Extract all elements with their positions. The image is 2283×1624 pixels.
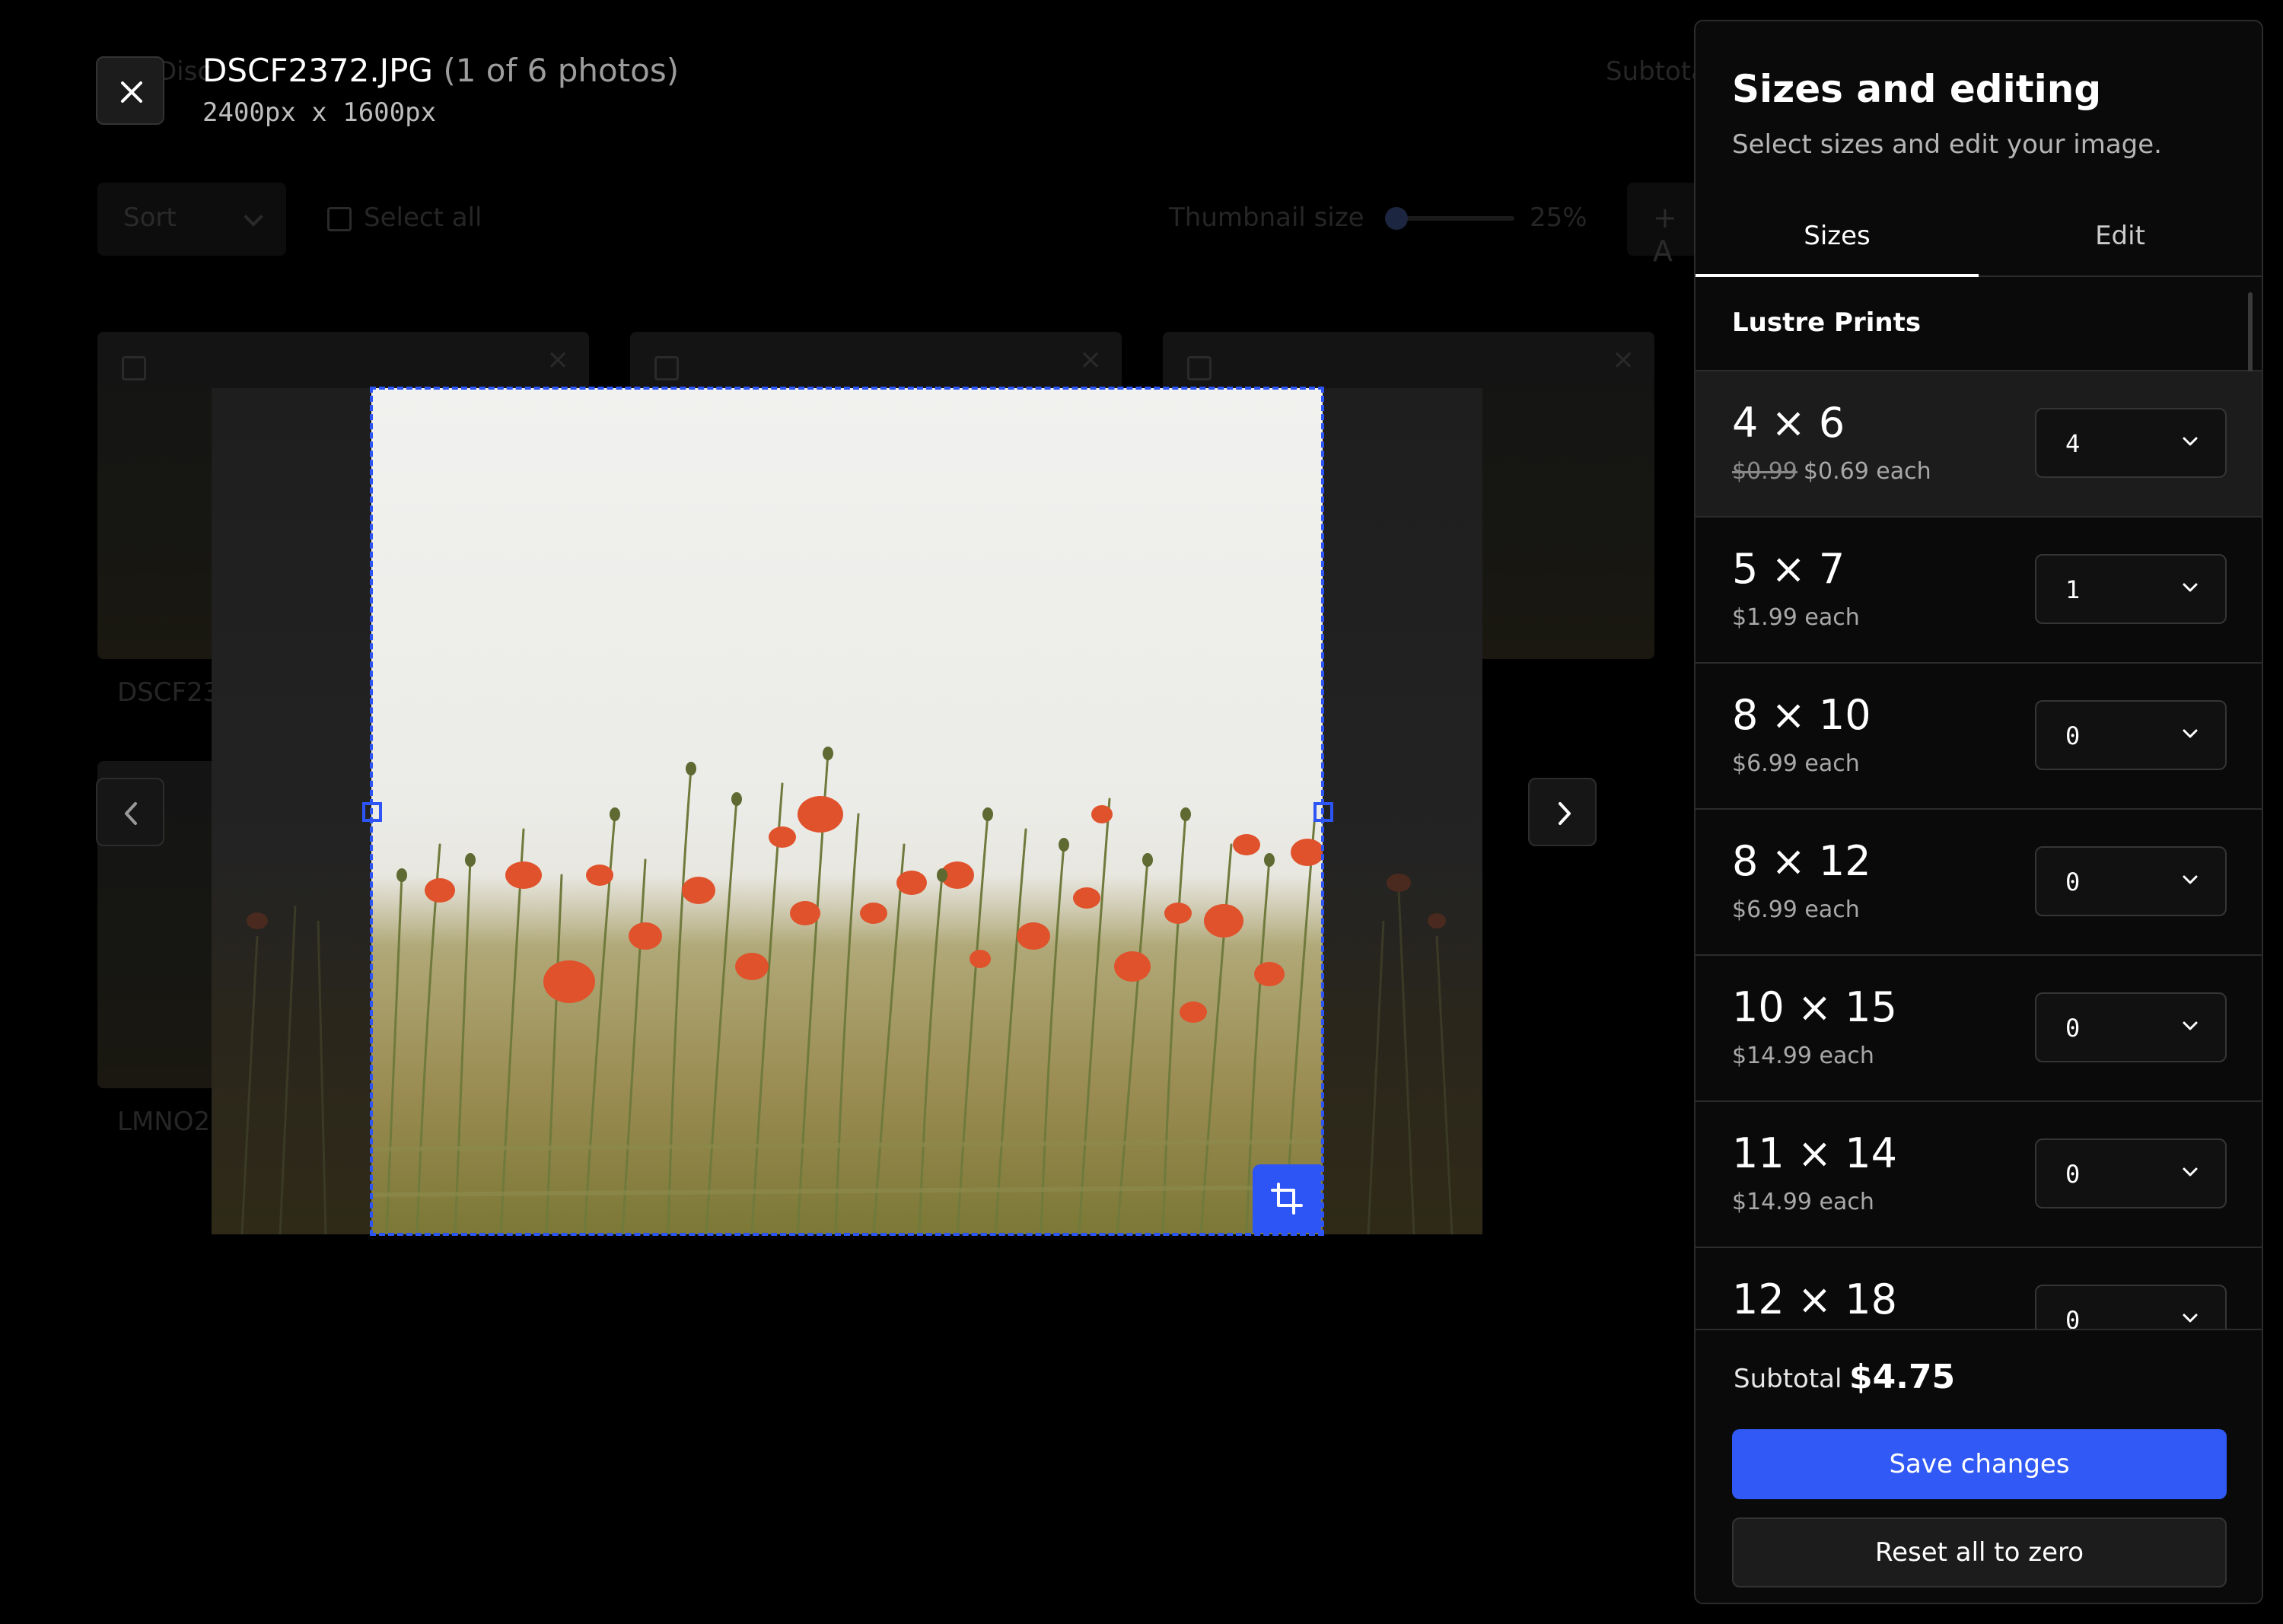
size-price: $6.99 each [1732,750,1860,777]
bg-remove-icon: × [1612,344,1635,375]
size-price: $6.99 each [1732,896,1860,923]
size-name: 12 × 18 [1732,1275,1898,1323]
chevron-down-icon [2183,875,2198,884]
bg-card-checkbox [122,356,146,381]
bg-thumbnail-size-value: 25% [1530,202,1587,233]
quantity-select[interactable]: 0 [2035,992,2227,1062]
size-row-5x7[interactable]: 5 × 7 $1.99 each 1 [1696,517,2262,664]
photo-title: DSCF2372.JPG (1 of 6 photos) [202,52,679,89]
crop-icon [1271,1183,1303,1215]
size-row-12x18[interactable]: 12 × 18 0 [1696,1248,2262,1329]
panel-footer: Subtotal $4.75 Save changes Reset all to… [1696,1329,2262,1603]
size-name: 5 × 7 [1732,545,1845,593]
close-button[interactable] [96,56,164,125]
next-photo-button[interactable] [1528,778,1597,846]
photo-preview [371,388,1323,1234]
crop-handle-right[interactable] [1313,802,1333,822]
quantity-value: 0 [2065,721,2081,750]
quantity-select[interactable]: 4 [2035,408,2227,478]
bg-chevron-down-icon [244,207,263,227]
size-name: 10 × 15 [1732,983,1898,1031]
chevron-left-icon [125,802,137,825]
bg-add-button: + A [1627,183,1697,268]
bg-card-checkbox [654,356,679,381]
bg-thumbnail-slider-knob [1385,207,1408,230]
tab-edit[interactable]: Edit [1979,196,2262,275]
size-price: $1.99 each [1732,604,1860,631]
bg-select-all-label: Select all [364,202,482,233]
quantity-value: 0 [2065,1160,2081,1189]
crop-button[interactable] [1253,1164,1321,1233]
bg-sort-dropdown: Sort [97,183,286,256]
quantity-select[interactable]: 0 [2035,846,2227,916]
bg-thumbnail-size-label: Thumbnail size [1169,202,1364,233]
print-group-title: Lustre Prints [1732,307,1922,338]
bg-select-all-checkbox [327,207,352,231]
save-changes-button[interactable]: Save changes [1732,1429,2227,1499]
chevron-down-icon [2183,1167,2198,1177]
file-name: DSCF2372.JPG [202,52,433,89]
previous-photo-button[interactable] [96,778,164,846]
size-name: 8 × 12 [1732,837,1871,885]
tab-sizes[interactable]: Sizes [1696,196,1979,277]
chevron-right-icon [1559,802,1571,825]
panel-tabs: Sizes Edit [1696,196,2262,277]
bg-remove-icon: × [546,344,570,375]
crop-handle-left[interactable] [362,802,382,822]
quantity-value: 0 [2065,1014,2081,1043]
close-icon [121,81,142,103]
bg-card-caption: DSCF23 [117,677,220,708]
photo-dimensions: 2400px x 1600px [202,97,437,128]
panel-subtitle: Select sizes and edit your image. [1732,129,2162,160]
reset-all-button[interactable]: Reset all to zero [1732,1517,2227,1587]
quantity-value: 0 [2065,1306,2081,1329]
quantity-select[interactable]: 0 [2035,700,2227,770]
size-price: $14.99 each [1732,1189,1874,1215]
panel-title: Sizes and editing [1732,67,2102,111]
chevron-down-icon [2183,437,2198,446]
sizes-list: Lustre Prints 4 × 6 $0.99 $0.69 each 4 5 … [1696,277,2262,1329]
bg-card-checkbox [1187,356,1212,381]
quantity-select[interactable]: 0 [2035,1285,2227,1329]
quantity-select[interactable]: 1 [2035,554,2227,624]
size-name: 8 × 10 [1732,691,1871,739]
subtotal-value: $4.75 [1849,1358,1956,1396]
chevron-down-icon [2183,1314,2198,1323]
chevron-down-icon [2183,1021,2198,1030]
subtotal-label: Subtotal [1734,1364,1842,1394]
bg-remove-icon: × [1079,344,1103,375]
size-row-10x15[interactable]: 10 × 15 $14.99 each 0 [1696,956,2262,1102]
size-old-price: $0.99 [1732,458,1797,485]
print-group-header: Lustre Prints [1696,277,2262,371]
chevron-down-icon [2183,729,2198,738]
size-row-8x12[interactable]: 8 × 12 $6.99 each 0 [1696,810,2262,956]
sizes-editing-panel: Sizes and editing Select sizes and edit … [1694,20,2263,1604]
size-name: 11 × 14 [1732,1129,1898,1177]
quantity-value: 4 [2065,429,2081,458]
quantity-value: 0 [2065,868,2081,896]
photo-position: (1 of 6 photos) [443,52,680,89]
size-price: $14.99 each [1732,1043,1874,1069]
size-row-11x14[interactable]: 11 × 14 $14.99 each 0 [1696,1102,2262,1248]
size-price: $0.99 $0.69 each [1732,458,1931,485]
bg-sort-label: Sort [123,202,177,233]
size-name: 4 × 6 [1732,399,1845,447]
bg-card-caption: LMNO25 [117,1107,227,1137]
quantity-value: 1 [2065,575,2081,604]
size-row-8x10[interactable]: 8 × 10 $6.99 each 0 [1696,664,2262,810]
chevron-down-icon [2183,583,2198,592]
size-current-price: $0.69 each [1803,458,1931,485]
size-row-4x6[interactable]: 4 × 6 $0.99 $0.69 each 4 [1696,371,2262,517]
crop-area[interactable] [370,387,1324,1236]
bg-add-label: + A [1653,201,1677,268]
quantity-select[interactable]: 0 [2035,1138,2227,1208]
